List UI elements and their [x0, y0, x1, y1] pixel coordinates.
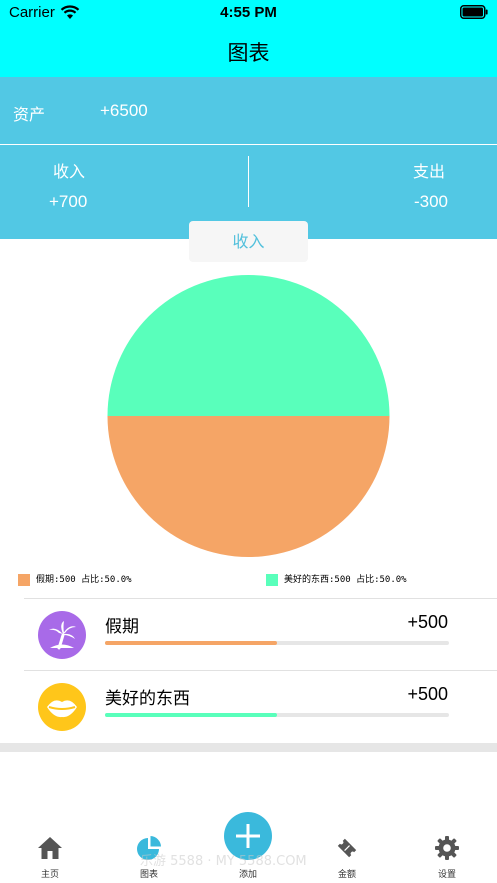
- item-name: 假期: [105, 617, 139, 637]
- item-amount: +500: [407, 684, 448, 704]
- lips-icon: [38, 683, 86, 731]
- tab-label: 金额: [337, 870, 356, 880]
- progress-fill: [105, 713, 277, 717]
- palm-tree-icon: [38, 611, 86, 659]
- list-item[interactable]: 美好的东西 +500: [0, 671, 497, 742]
- progress-fill: [105, 641, 277, 645]
- ticket-icon: [337, 838, 357, 858]
- tab-settings[interactable]: 设置: [397, 820, 497, 883]
- progress-track: [105, 641, 449, 645]
- gear-icon: [435, 836, 459, 860]
- legend-swatch: [18, 574, 30, 586]
- pie-slice: [107, 275, 390, 416]
- pie-chart: [107, 275, 390, 557]
- tab-label: 主页: [40, 870, 59, 880]
- legend-swatch: [266, 574, 278, 586]
- home-icon: [38, 837, 62, 859]
- legend-text: 假期:500 占比:50.0%: [36, 575, 132, 585]
- watermark: 乐游 5588 · MY 5588.COM: [140, 854, 307, 869]
- tab-amount[interactable]: 金额: [297, 820, 397, 883]
- progress-track: [105, 713, 449, 717]
- legend-text: 美好的东西:500 占比:50.0%: [284, 575, 407, 585]
- item-amount: +500: [407, 612, 448, 632]
- tab-label: 设置: [437, 870, 456, 880]
- section-separator: [0, 743, 497, 752]
- tab-bar: 主页 图表 添加 金额 设置 乐游 5588 · MY 5588.COM: [0, 812, 497, 883]
- pie-slice: [107, 416, 390, 557]
- item-name: 美好的东西: [105, 689, 190, 709]
- tab-home[interactable]: 主页: [0, 820, 100, 883]
- list-item[interactable]: 假期 +500: [0, 599, 497, 670]
